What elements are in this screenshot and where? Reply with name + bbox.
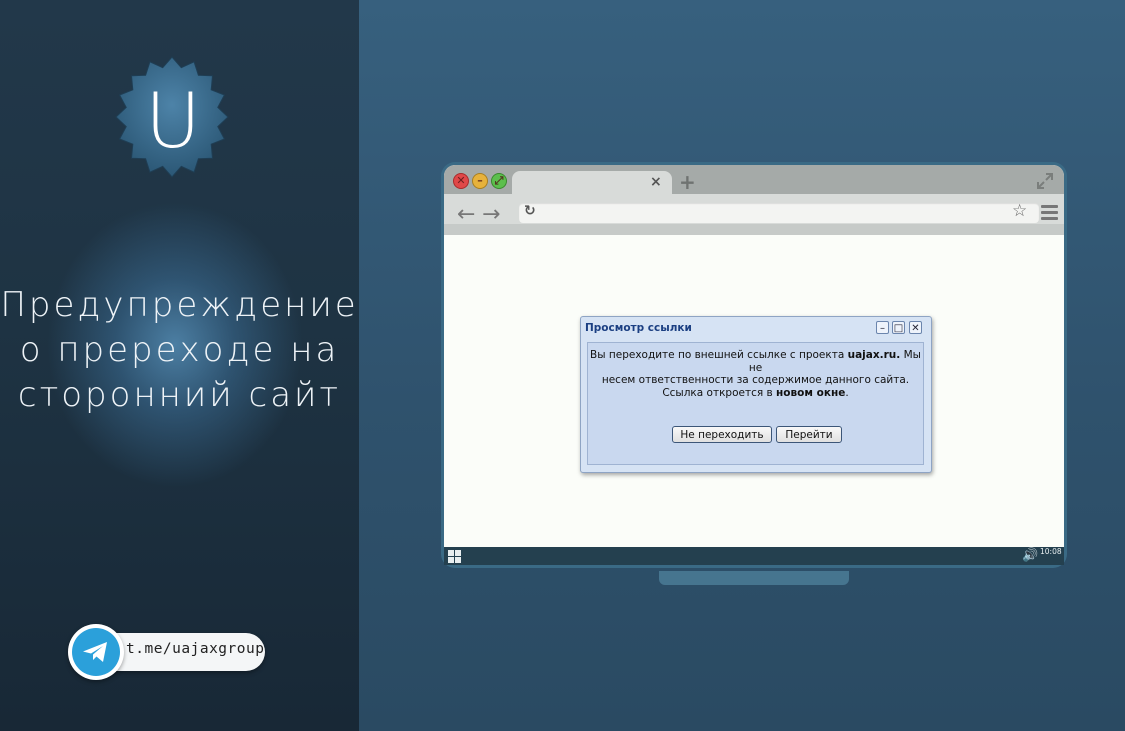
new-tab-icon[interactable]: + [679, 170, 696, 194]
start-menu-icon[interactable] [448, 550, 461, 563]
taskbar: 🔊 10:08 [444, 547, 1064, 565]
close-window-icon[interactable]: ✕ [453, 173, 469, 189]
bookmark-star-icon[interactable]: ☆ [1012, 201, 1027, 221]
hamburger-menu-icon[interactable] [1041, 205, 1058, 223]
new-window-text: новом окне [776, 386, 846, 399]
dialog-body: Вы переходите по внешней ссылке с проект… [587, 342, 924, 465]
dialog-close-icon[interactable]: ✕ [909, 321, 922, 334]
heading-line-2: о пререходе на [19, 330, 340, 370]
taskbar-clock: 10:08 [1040, 547, 1062, 556]
monitor-stand [659, 571, 849, 585]
paper-plane-icon [83, 642, 107, 662]
message-line1-prefix: Вы переходите по внешней ссылке с проект… [590, 349, 848, 361]
message-line2: несем ответственности за содержимое данн… [601, 374, 910, 386]
promo-heading: Предупреждение о пререходе на сторонний … [0, 283, 359, 418]
heading-line-1: Предупреждение [0, 285, 359, 325]
link-preview-dialog: Просмотр ссылки – □ ✕ Вы переходите по в… [580, 316, 932, 473]
zoom-window-icon[interactable]: ⤢ [491, 173, 507, 189]
reload-icon[interactable]: ↻ [524, 203, 536, 219]
tab-close-icon[interactable]: × [650, 174, 662, 190]
logo-letter: U [145, 75, 201, 165]
brand-logo: U [107, 55, 237, 185]
browser-tab[interactable] [512, 171, 672, 195]
minimize-window-icon[interactable]: – [472, 173, 488, 189]
dialog-title: Просмотр ссылки [585, 322, 692, 334]
dialog-message: Вы переходите по внешней ссылке с проект… [588, 349, 923, 399]
address-bar[interactable]: ↻ ☆ [519, 201, 1039, 223]
telegram-link-text[interactable]: t.me/uajaxgroup [126, 641, 264, 657]
heading-line-3: сторонний сайт [17, 375, 342, 415]
go-button[interactable]: Перейти [776, 426, 842, 443]
fullscreen-icon[interactable] [1036, 172, 1054, 190]
message-line3-suffix: . [845, 386, 849, 399]
message-line3-prefix: Ссылка откроется в [662, 386, 777, 399]
bookmarks-bar [444, 224, 1064, 235]
cancel-button[interactable]: Не переходить [672, 426, 772, 443]
telegram-icon[interactable] [68, 624, 124, 680]
dialog-minimize-icon[interactable]: – [876, 321, 889, 334]
volume-icon[interactable]: 🔊 [1022, 548, 1038, 563]
dialog-maximize-icon[interactable]: □ [892, 321, 905, 334]
tab-bar: ✕ – ⤢ × + [444, 165, 1064, 195]
project-domain: uajax.ru. [847, 349, 901, 361]
